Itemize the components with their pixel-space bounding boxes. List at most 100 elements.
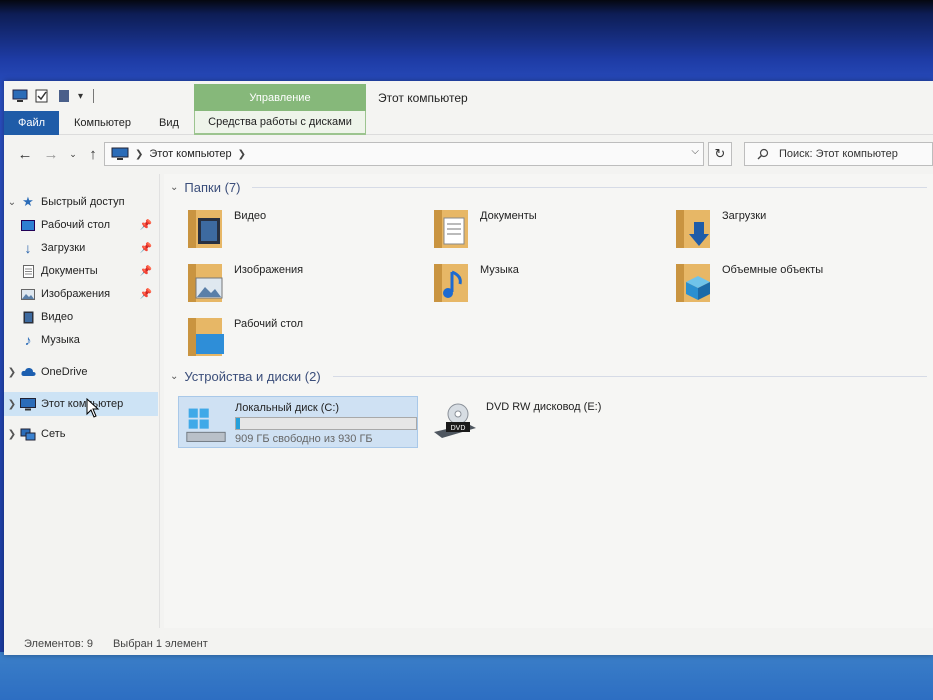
chevron-right-icon[interactable]: ❯ [4, 367, 20, 378]
folder-tile[interactable]: Музыка [432, 258, 662, 306]
tab-view[interactable]: Вид [147, 111, 191, 135]
drive-name: DVD RW дисковод (E:) [486, 401, 602, 413]
music-icon: ♪ [24, 332, 32, 348]
tab-disk-tools[interactable]: Средства работы с дисками [194, 111, 366, 135]
star-icon: ★ [22, 194, 34, 209]
chevron-down-icon[interactable]: ⌄ [170, 371, 178, 382]
drive-tile-c[interactable]: Локальный диск (C:) 909 ГБ свободно из 9… [178, 396, 418, 448]
folder-label: Загрузки [722, 210, 767, 222]
devices-group-header[interactable]: ⌄ Устройства и диски (2) [170, 369, 927, 384]
computer-icon[interactable] [12, 89, 28, 103]
folder-label: Видео [234, 210, 267, 222]
nav-item-video[interactable]: Видео [4, 307, 158, 327]
desktop-icon [20, 218, 36, 232]
status-selection: Выбран 1 элемент [112, 637, 208, 650]
tab-computer[interactable]: Компьютер [62, 111, 143, 135]
drive-usage-fill [236, 418, 241, 429]
status-item-count: Элементов: 9 [24, 637, 93, 650]
status-bar: Элементов: 9 Выбран 1 элемент [4, 632, 933, 655]
nav-item-label: Музыка [41, 334, 80, 346]
drive-usage-bar [235, 417, 417, 430]
nav-item-label: Рабочий стол [41, 219, 111, 231]
chevron-down-icon[interactable]: ⌄ [170, 182, 178, 193]
drive-info: DVD RW дисковод (E:) [486, 396, 601, 413]
folder-label: Документы [480, 210, 537, 222]
window-title: Этот компьютер [378, 91, 468, 105]
drive-free-space: 909 ГБ свободно из 930 ГБ [235, 433, 373, 445]
group-divider [332, 376, 927, 377]
pictures-icon [20, 287, 36, 301]
nav-quick-access[interactable]: ⌄ ★ Быстрый доступ [4, 192, 158, 212]
download-icon: ↓ [24, 240, 32, 256]
back-arrow-icon[interactable]: ← [16, 145, 34, 163]
pin-icon[interactable]: 📌 [140, 220, 152, 231]
up-arrow-icon[interactable]: ↑ [84, 145, 102, 163]
chevron-right-icon[interactable]: ❯ [4, 429, 20, 440]
folder-tile[interactable]: Рабочий стол [186, 312, 416, 360]
new-folder-icon[interactable] [56, 89, 72, 103]
refresh-button[interactable]: ↻ [708, 142, 732, 166]
folder-tile[interactable]: Видео [186, 204, 416, 252]
folder-label: Рабочий стол [234, 318, 304, 330]
nav-item-downloads[interactable]: ↓ Загрузки 📌 [4, 238, 158, 258]
nav-item-pictures[interactable]: Изображения 📌 [4, 284, 158, 304]
chevron-right-icon[interactable]: ❯ [135, 149, 143, 160]
ribbon-tabs: Файл Компьютер Вид Средства работы с дис… [4, 111, 933, 135]
nav-network[interactable]: ❯ Сеть [4, 424, 158, 444]
chevron-right-icon[interactable]: ❯ [4, 399, 20, 410]
recent-locations-chevron-icon[interactable]: ⌄ [64, 145, 82, 163]
nav-item-label: Видео [41, 311, 74, 323]
folders-group-header[interactable]: ⌄ Папки (7) [170, 180, 927, 195]
documents-folder-icon [434, 210, 468, 248]
folder-tile[interactable]: Объемные объекты [674, 258, 904, 306]
pin-icon[interactable]: 📌 [140, 243, 152, 254]
cloud-icon [20, 365, 36, 379]
chevron-down-icon[interactable]: ⌄ [4, 197, 20, 208]
video-icon [20, 310, 36, 324]
devices-group-title: Устройства и диски (2) [184, 369, 321, 384]
documents-icon [20, 264, 36, 278]
computer-icon [20, 397, 36, 411]
mouse-cursor-icon [86, 398, 100, 418]
nav-this-pc-label: Этот компьютер [41, 398, 124, 410]
dvd-drive-icon: DVD [434, 403, 476, 438]
tab-file[interactable]: Файл [4, 111, 59, 135]
nav-item-label: Загрузки [41, 242, 86, 254]
nav-item-label: Изображения [41, 288, 111, 300]
explorer-window: ▾ Управление Этот компьютер Файл Компьют… [4, 81, 933, 655]
nav-onedrive[interactable]: ❯ OneDrive [4, 362, 158, 382]
music-folder-icon [434, 264, 468, 302]
pin-icon[interactable]: 📌 [140, 266, 152, 277]
nav-this-pc[interactable]: ❯ Этот компьютер [4, 392, 158, 416]
properties-icon[interactable] [34, 89, 50, 103]
nav-item-desktop[interactable]: Рабочий стол 📌 [4, 215, 158, 235]
title-bar: ▾ Управление Этот компьютер [4, 81, 933, 111]
nav-onedrive-label: OneDrive [41, 366, 88, 378]
chevron-right-icon[interactable]: ❯ [238, 149, 246, 160]
search-input[interactable]: Поиск: Этот компьютер [779, 148, 898, 160]
chevron-down-icon[interactable]: ⌵ [691, 146, 699, 157]
drive-info: Локальный диск (C:) 909 ГБ свободно из 9… [235, 397, 417, 445]
pictures-folder-icon [188, 264, 223, 302]
hard-drive-icon [186, 408, 226, 442]
3d-objects-folder-icon [676, 264, 710, 302]
navigation-pane: ⌄ ★ Быстрый доступ Рабочий стол 📌 ↓ Загр… [4, 174, 160, 628]
qat-dropdown-icon[interactable]: ▾ [78, 91, 83, 102]
group-divider [252, 187, 927, 188]
pin-icon[interactable]: 📌 [140, 289, 152, 300]
content-pane: ⌄ Папки (7) Видео Документы Загрузки Изо… [164, 174, 933, 628]
address-bar[interactable]: ❯ Этот компьютер ❯ ⌵ [104, 142, 704, 166]
nav-network-label: Сеть [41, 428, 66, 440]
forward-arrow-icon[interactable]: → [42, 145, 60, 163]
folder-tile[interactable]: Изображения [186, 258, 416, 306]
nav-item-documents[interactable]: Документы 📌 [4, 261, 158, 281]
search-box[interactable]: Поиск: Этот компьютер [744, 142, 933, 166]
drive-tile-e[interactable]: DVD DVD RW дисковод (E:) [426, 396, 666, 448]
folder-tile[interactable]: Документы [432, 204, 662, 252]
desktop-folder-icon [188, 318, 224, 356]
qat-separator [93, 89, 95, 103]
nav-item-music[interactable]: ♪ Музыка [4, 330, 158, 350]
folder-tile[interactable]: Загрузки [674, 204, 904, 252]
address-path[interactable]: Этот компьютер [149, 148, 231, 160]
folder-label: Музыка [480, 264, 519, 276]
